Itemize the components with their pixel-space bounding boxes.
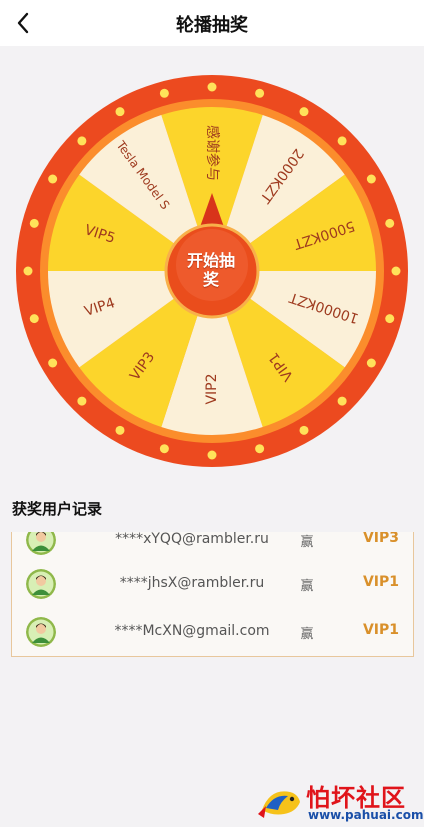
- rim-light: [391, 266, 401, 276]
- fish-logo-icon: [258, 791, 300, 818]
- rim-light: [29, 218, 39, 228]
- rim-light: [48, 174, 58, 184]
- prize-wheel: 感谢参与 2000KZT 5000KZT 10000KZT VIP1 VIP2 VIP3 VI…: [14, 73, 410, 469]
- win-label: 赢: [300, 579, 314, 594]
- prize-label: VIP1: [362, 622, 399, 638]
- rim-light: [385, 218, 395, 228]
- rim-light: [255, 88, 265, 98]
- list-item: ****jhsX@rambler.ru 赢 VIP1: [12, 564, 413, 604]
- prize-label: VIP1: [362, 574, 399, 590]
- start-draw-label: 开始抽奖: [186, 251, 235, 289]
- records-title: 获奖用户记录: [12, 500, 103, 518]
- rim-light: [207, 450, 217, 460]
- rim-light: [23, 266, 33, 276]
- winner-email: ****xYQQ@rambler.ru: [115, 532, 269, 547]
- watermark-url: www.pahuai.com: [308, 808, 424, 822]
- prize-label: VIP3: [362, 532, 399, 546]
- header-bar: 轮播抽奖: [0, 0, 424, 46]
- rim-light: [115, 107, 125, 117]
- rim-light: [159, 444, 169, 454]
- wheel-prize-label: 感谢参与: [204, 125, 221, 181]
- win-label: 赢: [300, 535, 314, 550]
- rim-light: [77, 136, 87, 146]
- rim-light: [255, 444, 265, 454]
- start-draw-button[interactable]: 开始抽奖: [165, 224, 257, 316]
- rim-light: [159, 88, 169, 98]
- rim-light: [366, 174, 376, 184]
- winner-email: ****jhsX@rambler.ru: [119, 575, 265, 591]
- list-item: ****McXN@gmail.com 赢 VIP1: [12, 612, 413, 652]
- rim-light: [299, 425, 309, 435]
- rim-light: [48, 358, 58, 368]
- rim-light: [115, 425, 125, 435]
- user-avatar-icon: [26, 569, 56, 599]
- rim-light: [337, 396, 347, 406]
- winner-records-list: ****xYQQ@rambler.ru 赢 VIP3 ****jhsX@ramb…: [11, 532, 414, 657]
- user-avatar-icon: [26, 532, 56, 555]
- rim-light: [29, 314, 39, 324]
- win-label: 赢: [300, 627, 314, 642]
- rim-light: [299, 107, 309, 117]
- winner-email: ****McXN@gmail.com: [114, 623, 270, 639]
- watermark: 怕坏社区 www.pahuai.com: [256, 778, 424, 826]
- rim-light: [207, 82, 217, 92]
- list-item: ****xYQQ@rambler.ru 赢 VIP3: [12, 532, 413, 560]
- rim-light: [77, 396, 87, 406]
- page-title: 轮播抽奖: [176, 15, 248, 36]
- rim-light: [366, 358, 376, 368]
- user-avatar-icon: [26, 617, 56, 647]
- rim-light: [337, 136, 347, 146]
- wheel-prize-label: VIP2: [204, 373, 220, 404]
- rim-light: [385, 314, 395, 324]
